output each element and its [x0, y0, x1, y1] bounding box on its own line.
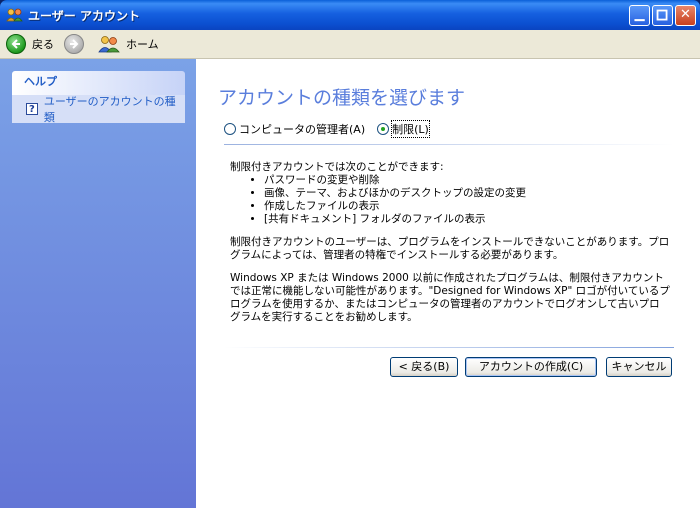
- forward-arrow-icon: [64, 34, 84, 54]
- close-icon: ✕: [680, 7, 691, 22]
- create-account-button[interactable]: アカウントの作成(C): [465, 357, 597, 377]
- minimize-button[interactable]: ▁: [629, 5, 650, 26]
- home-button[interactable]: ホーム: [98, 33, 159, 55]
- user-accounts-window: ユーザー アカウント ▁ ✕ 戻る ホーム ヘルプ ? ユーザーのアカウントの種…: [0, 0, 700, 508]
- list-item: [共有ドキュメント] フォルダのファイルの表示: [264, 213, 670, 226]
- toolbar: 戻る ホーム: [0, 30, 700, 59]
- back-arrow-icon: [6, 34, 26, 54]
- home-label: ホーム: [126, 38, 159, 51]
- main-content: アカウントの種類を選びます コンピュータの管理者(A) 制限(L) 制限付きアカ…: [196, 59, 700, 508]
- description: 制限付きアカウントでは次のことができます: パスワードの変更や削除 画像、テーマ…: [230, 161, 670, 324]
- cancel-button[interactable]: キャンセル: [606, 357, 672, 377]
- page-title: アカウントの種類を選びます: [218, 87, 466, 109]
- back-button[interactable]: 戻る: [6, 33, 54, 55]
- radio-limited-label[interactable]: 制限(L): [391, 120, 430, 138]
- window-title: ユーザー アカウント: [28, 9, 140, 23]
- sidebar: ヘルプ ? ユーザーのアカウントの種類: [0, 59, 196, 508]
- help-header: ヘルプ: [12, 71, 185, 95]
- account-type-options: コンピュータの管理者(A) 制限(L): [224, 120, 430, 138]
- radio-limited[interactable]: [377, 123, 390, 135]
- title-bar[interactable]: ユーザー アカウント ▁ ✕: [0, 0, 700, 30]
- list-item: 作成したファイルの表示: [264, 200, 670, 213]
- radio-administrator[interactable]: [224, 123, 236, 135]
- home-users-icon: [98, 36, 120, 53]
- list-item: パスワードの変更や削除: [264, 174, 670, 187]
- help-question-icon: ?: [26, 103, 38, 115]
- user-accounts-icon: [6, 8, 23, 22]
- capability-list: パスワードの変更や削除 画像、テーマ、およびほかのデスクトップの設定の変更 作成…: [230, 174, 670, 226]
- back-step-button[interactable]: < 戻る(B): [390, 357, 458, 377]
- maximize-icon: [656, 9, 668, 21]
- compatibility-note: Windows XP または Windows 2000 以前に作成されたプログラ…: [230, 272, 670, 323]
- maximize-button[interactable]: [652, 5, 673, 26]
- close-button[interactable]: ✕: [675, 5, 696, 26]
- forward-button[interactable]: [64, 33, 84, 55]
- list-item: 画像、テーマ、およびほかのデスクトップの設定の変更: [264, 187, 670, 200]
- intro-text: 制限付きアカウントでは次のことができます:: [230, 161, 444, 173]
- back-label: 戻る: [32, 38, 54, 51]
- minimize-icon: ▁: [634, 7, 645, 22]
- radio-administrator-label[interactable]: コンピュータの管理者(A): [239, 121, 365, 137]
- help-link-label[interactable]: ユーザーのアカウントの種類: [44, 93, 185, 125]
- bottom-divider: [224, 347, 674, 348]
- install-note: 制限付きアカウントのユーザーは、プログラムをインストールできないことがあります。…: [230, 236, 670, 261]
- top-divider: [224, 144, 674, 145]
- help-panel: ヘルプ ? ユーザーのアカウントの種類: [12, 71, 185, 125]
- help-link-item[interactable]: ? ユーザーのアカウントの種類: [12, 93, 185, 125]
